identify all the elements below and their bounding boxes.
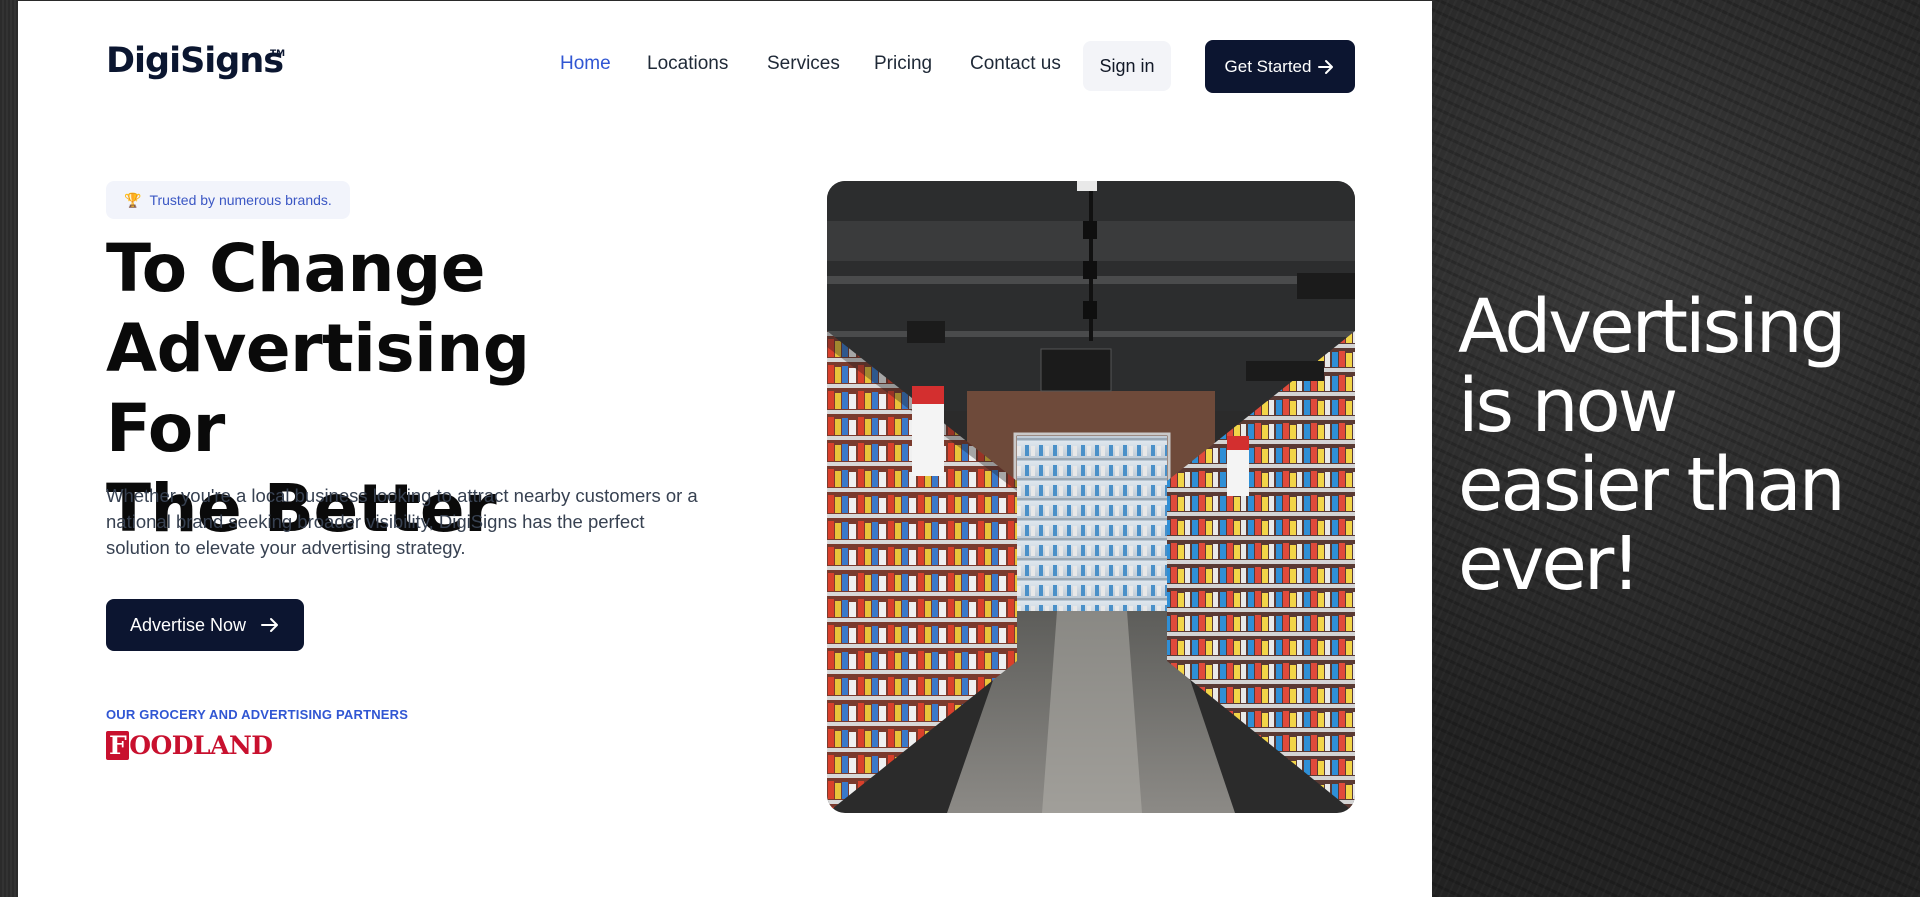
headline-line-2: Advertising For <box>106 310 530 467</box>
sign-in-label: Sign in <box>1099 55 1155 76</box>
sign-in-button[interactable]: Sign in <box>1083 41 1171 91</box>
tagline-line-1: Advertising <box>1458 284 1847 370</box>
headline-line-1: To Change <box>106 230 486 307</box>
get-started-button[interactable]: Get Started <box>1205 40 1355 93</box>
grocery-aisle-illustration <box>827 181 1355 813</box>
brand-logo[interactable]: DigiSigns TM <box>106 41 286 81</box>
arrow-right-icon <box>261 618 279 632</box>
get-started-label: Get Started <box>1224 56 1312 76</box>
advertise-now-label: Advertise Now <box>129 614 247 635</box>
advertise-now-button[interactable]: Advertise Now <box>106 599 304 651</box>
arrow-right-icon <box>1318 59 1334 74</box>
trademark-mark: TM <box>270 49 286 59</box>
foodland-logo[interactable]: F OODLAND <box>106 731 273 760</box>
trophy-icon: 🏆 <box>124 191 142 208</box>
trust-badge: 🏆 Trusted by numerous brands. <box>106 181 350 219</box>
nav-pricing[interactable]: Pricing <box>874 53 932 75</box>
hero-description: Whether you're a local business looking … <box>106 485 698 558</box>
nav-home[interactable]: Home <box>560 53 611 75</box>
tagline-line-2: is now <box>1458 363 1678 449</box>
trust-badge-text: Trusted by numerous brands. <box>149 192 332 208</box>
landing-page: DigiSigns TM Home Locations Services Pric… <box>18 1 1432 897</box>
nav-contact-us[interactable]: Contact us <box>970 53 1061 75</box>
foodland-logo-mark: F <box>106 731 130 760</box>
left-background-edge <box>0 0 18 897</box>
partners-label: OUR GROCERY AND ADVERTISING PARTNERS <box>106 707 409 722</box>
nav-locations[interactable]: Locations <box>647 53 728 75</box>
tagline-line-4: ever! <box>1458 521 1641 607</box>
tagline-line-3: easier than <box>1458 442 1846 528</box>
promo-tagline: Advertising is now easier than ever! <box>1458 288 1908 604</box>
nav-services[interactable]: Services <box>767 53 840 75</box>
brand-name: DigiSigns <box>106 41 284 81</box>
foodland-logo-text: OODLAND <box>129 731 273 760</box>
grocery-aisle-image <box>827 181 1355 813</box>
